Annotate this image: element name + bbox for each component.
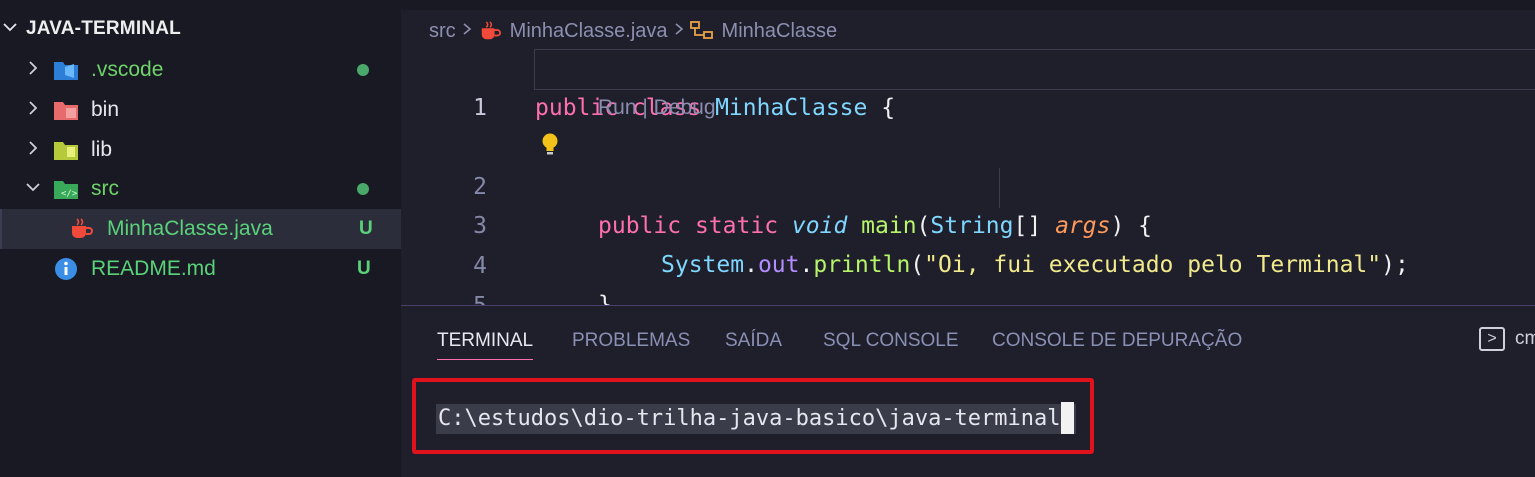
terminal-instance-name[interactable]: cm: [1515, 328, 1535, 350]
explorer-root-header[interactable]: JAVA-TERMINAL: [0, 10, 401, 48]
chevron-right-icon: [24, 60, 42, 81]
code-token: {: [881, 95, 896, 121]
chevron-right-icon: [24, 100, 42, 121]
breadcrumb-folder[interactable]: src: [429, 20, 456, 43]
terminal-prompt: C:\estudos\dio-trilha-java-basico\java-t…: [436, 404, 1076, 434]
vscode-folder-icon: [53, 58, 79, 82]
code-token: MinhaClasse: [715, 95, 868, 121]
tab-strip: [401, 0, 1535, 10]
codelens-run-debug[interactable]: Run | Debug: [598, 96, 716, 120]
bottom-panel: TERMINAL PROBLEMAS SAÍDA SQL CONSOLE CON…: [401, 305, 1535, 477]
bin-folder-icon: [53, 98, 79, 122]
tree-item-bin[interactable]: bin: [0, 90, 401, 130]
svg-text:</>: </>: [61, 189, 78, 199]
tab-console-de-depuracao[interactable]: CONSOLE DE DEPURAÇÃO: [992, 324, 1242, 360]
breadcrumb: src MinhaClasse.java MinhaClasse: [429, 16, 837, 46]
tab-terminal[interactable]: TERMINAL: [437, 324, 534, 360]
terminal-icon[interactable]: >: [1479, 327, 1505, 351]
lib-folder-icon: [53, 138, 79, 162]
code-line: 6: [401, 286, 1535, 305]
info-icon: [53, 257, 79, 281]
tree-item-label: .vscode: [91, 58, 164, 81]
chevron-down-icon: [24, 179, 42, 200]
tab-saida[interactable]: SAÍDA: [725, 324, 782, 360]
chevron-right-icon: [462, 21, 472, 42]
current-line-highlight: public class MinhaClasse {: [534, 49, 1535, 121]
tree-item-vscode[interactable]: .vscode: [0, 50, 401, 90]
explorer-root-label: JAVA-TERMINAL: [26, 18, 181, 39]
code-line: 5 }: [401, 248, 1535, 358]
untracked-badge: U: [359, 218, 373, 239]
terminal-area[interactable]: C:\estudos\dio-trilha-java-basico\java-t…: [401, 366, 1535, 477]
java-file-icon: [478, 20, 502, 42]
lightbulb-icon[interactable]: [539, 132, 561, 158]
indent-guide: [999, 168, 1000, 208]
tree-item-label: lib: [91, 138, 113, 161]
tree-item-readme[interactable]: README.md U: [0, 249, 401, 289]
chevron-right-icon: [24, 140, 42, 161]
panel-tabs: TERMINAL PROBLEMAS SAÍDA SQL CONSOLE CON…: [401, 324, 1535, 360]
breadcrumb-file[interactable]: MinhaClasse.java: [510, 20, 668, 43]
untracked-badge: U: [357, 258, 371, 279]
tree-item-label: MinhaClasse.java: [107, 217, 273, 240]
class-symbol-icon: [689, 20, 714, 42]
chevron-right-icon: [674, 21, 684, 42]
tab-sql-console[interactable]: SQL CONSOLE: [823, 324, 959, 360]
code-editor[interactable]: src MinhaClasse.java MinhaClasse 1 publi…: [401, 0, 1535, 358]
terminal-cursor: [1061, 402, 1074, 434]
code-line: 2 public static void main(String[] args)…: [401, 129, 1535, 239]
code-line: 3 System.out.println("Oi, fui executado …: [401, 168, 1535, 278]
modified-dot-badge: [357, 183, 369, 195]
src-folder-open-icon: </>: [53, 177, 79, 201]
tree-item-src[interactable]: </> src: [0, 169, 401, 209]
modified-dot-badge: [357, 64, 369, 76]
explorer-sidebar: JAVA-TERMINAL .vscode bin lib </> src Mi…: [0, 0, 401, 477]
code-line: 4 }: [401, 208, 1535, 318]
line-number: 1: [473, 95, 487, 121]
tree-item-label: src: [91, 177, 119, 200]
tree-item-minhaclasse-java[interactable]: MinhaClasse.java U: [0, 209, 401, 249]
breadcrumb-symbol[interactable]: MinhaClasse: [722, 20, 838, 43]
tab-problemas[interactable]: PROBLEMAS: [572, 324, 690, 360]
tree-item-lib[interactable]: lib: [0, 130, 401, 170]
chevron-down-icon: [2, 19, 20, 40]
tree-item-label: README.md: [91, 257, 216, 280]
tree-item-label: bin: [91, 98, 120, 121]
java-file-icon: [68, 217, 94, 241]
